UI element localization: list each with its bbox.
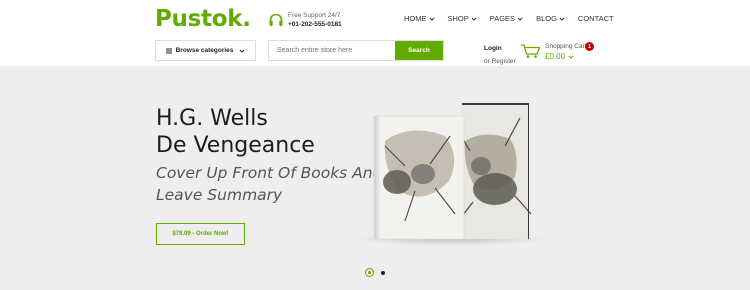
cart-icon xyxy=(521,44,541,58)
nav-item-label: SHOP xyxy=(447,14,469,23)
support-phone[interactable]: +01-202-555-0181 xyxy=(288,20,342,29)
cart-count-badge: 1 xyxy=(585,42,594,51)
nav-item-home[interactable]: HOME xyxy=(404,14,435,23)
support-info: Free Support 24/7 +01-202-555-0181 xyxy=(268,11,342,29)
headset-icon xyxy=(269,13,283,26)
nav-item-shop[interactable]: SHOP xyxy=(448,14,477,23)
nav-item-label: PAGES xyxy=(489,14,516,23)
hero-title-line: De Vengeance xyxy=(156,133,315,158)
slider-pagination xyxy=(365,268,385,277)
book-mockup-image xyxy=(355,103,545,246)
site-logo[interactable]: Pustok. xyxy=(155,6,251,32)
chevron-down-icon xyxy=(568,55,574,59)
browse-categories-button[interactable]: Browse categories xyxy=(155,40,256,61)
menu-bars-icon xyxy=(165,48,172,53)
main-nav: HOME SHOP PAGES BLOG CONTACT xyxy=(404,14,614,23)
support-label: Free Support 24/7 xyxy=(288,12,341,19)
cart-label: Shopping Cart xyxy=(545,43,587,50)
hero-banner: H.G. Wells De Vengeance Cover Up Front O… xyxy=(0,66,750,290)
chevron-down-icon xyxy=(471,17,477,21)
hero-title: H.G. Wells De Vengeance xyxy=(156,105,315,159)
chevron-down-icon xyxy=(240,49,245,53)
search-button[interactable]: Search xyxy=(395,41,443,60)
nav-item-label: CONTACT xyxy=(577,14,614,23)
search-bar: Search xyxy=(268,40,444,61)
nav-item-pages[interactable]: PAGES xyxy=(490,14,523,23)
nav-item-label: BLOG xyxy=(536,14,557,23)
chevron-down-icon xyxy=(559,17,565,21)
hero-title-line: H.G. Wells xyxy=(156,106,268,131)
slider-dot[interactable] xyxy=(381,270,385,275)
shopping-cart[interactable]: Shopping Cart £0.00 xyxy=(520,42,587,62)
slider-dot-active[interactable] xyxy=(365,268,374,277)
chevron-down-icon xyxy=(517,17,523,21)
browse-label: Browse categories xyxy=(175,47,234,54)
cart-total: £0.00 xyxy=(545,52,566,61)
search-input[interactable] xyxy=(269,41,395,60)
nav-item-label: HOME xyxy=(404,14,427,23)
order-now-button[interactable]: $78.09 - Order Now! xyxy=(156,223,245,245)
nav-item-contact[interactable]: CONTACT xyxy=(578,14,614,23)
nav-item-blog[interactable]: BLOG xyxy=(536,14,565,23)
chevron-down-icon xyxy=(429,17,434,21)
login-link[interactable]: Login xyxy=(484,42,516,55)
account-links: Login or Register xyxy=(484,42,516,68)
